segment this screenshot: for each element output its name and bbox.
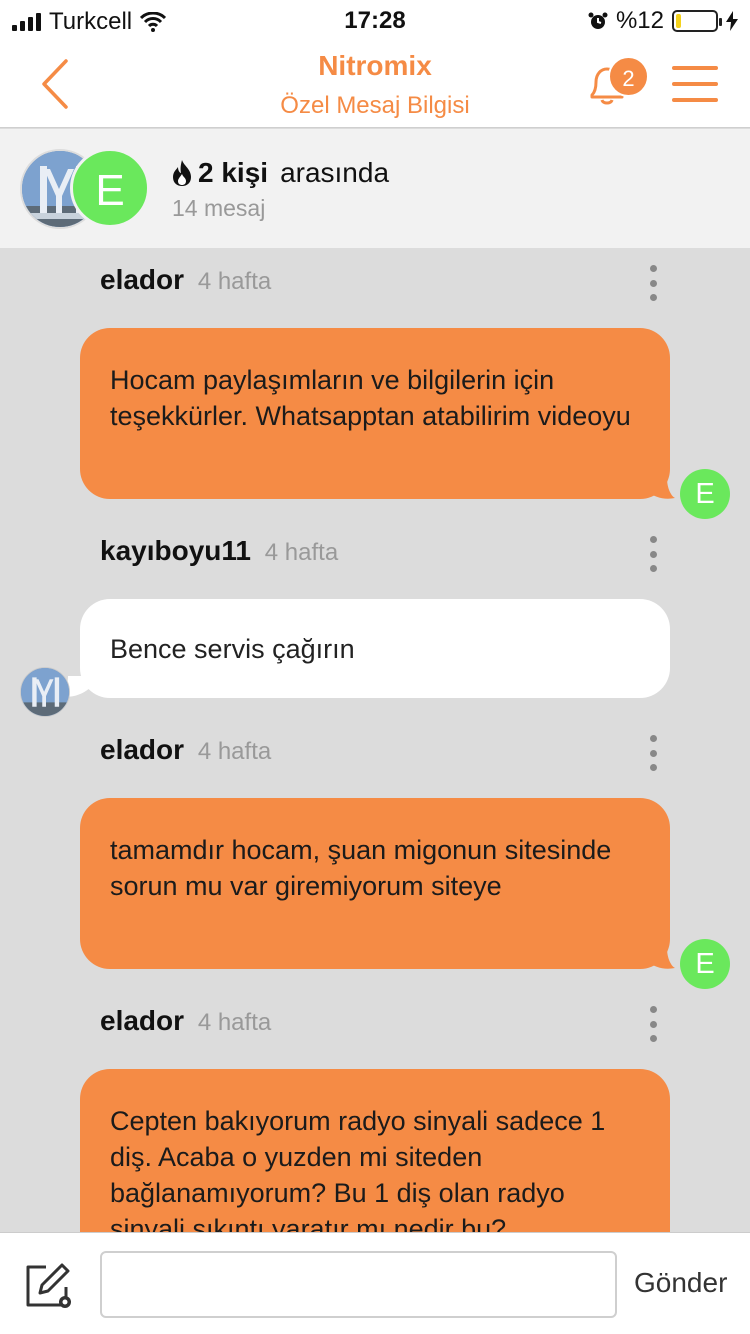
charging-bolt-icon	[726, 11, 738, 31]
message-author[interactable]: elador	[100, 734, 184, 765]
alarm-icon	[588, 12, 608, 29]
avatar[interactable]	[20, 667, 70, 717]
message-composer: Gönder	[0, 1232, 750, 1334]
message-author[interactable]: elador	[100, 1005, 184, 1036]
message-bubble: Hocam paylaşımların ve bilgilerin için t…	[80, 328, 670, 499]
battery-icon	[672, 10, 722, 32]
message-time: 4 hafta	[264, 539, 339, 566]
edit-settings-icon	[26, 1263, 71, 1308]
message-options-button[interactable]	[645, 534, 661, 574]
conversation-header: E 2 kişi arasında 14 mesaj	[0, 129, 750, 248]
message-time: 4 hafta	[197, 1009, 272, 1036]
message-bubble: tamamdır hocam, şuan migonun sitesinde s…	[80, 798, 670, 969]
bubble-tail	[645, 948, 675, 969]
more-vertical-icon	[649, 536, 657, 543]
message-meta: elador 4 hafta	[100, 264, 271, 296]
notification-badge: 2	[608, 56, 649, 97]
battery-percent: %12	[615, 7, 664, 34]
bubble-tail	[645, 478, 675, 499]
compose-settings-button[interactable]	[24, 1261, 74, 1311]
message-author[interactable]: kayıboyu11	[100, 535, 251, 566]
avatar[interactable]: E	[680, 939, 730, 989]
between-label: arasında	[280, 157, 390, 188]
participants-summary: 2 kişi arasında	[170, 157, 389, 189]
message-time: 4 hafta	[197, 268, 272, 295]
avatar[interactable]: E	[70, 148, 150, 228]
hamburger-menu-icon	[672, 66, 718, 102]
message-options-button[interactable]	[645, 263, 661, 303]
message-meta: elador 4 hafta	[100, 734, 271, 766]
message-bubble: Bence servis çağırın	[80, 599, 670, 698]
fire-icon	[173, 160, 191, 186]
message-meta: kayıboyu11 4 hafta	[100, 535, 338, 567]
profile-photo-icon	[21, 668, 69, 716]
more-vertical-icon	[649, 735, 657, 742]
message-author[interactable]: elador	[100, 264, 184, 295]
more-vertical-icon	[649, 265, 657, 272]
avatar[interactable]: E	[680, 469, 730, 519]
send-button[interactable]: Gönder	[634, 1267, 727, 1299]
message-time: 4 hafta	[197, 738, 272, 765]
message-options-button[interactable]	[645, 733, 661, 773]
nav-bar: Nitromix Özel Mesaj Bilgisi 2	[0, 40, 750, 128]
message-count: 14 mesaj	[172, 195, 266, 221]
message-options-button[interactable]	[645, 1004, 661, 1044]
page-subtitle: Özel Mesaj Bilgisi	[280, 92, 470, 119]
more-vertical-icon	[649, 1006, 657, 1013]
menu-button[interactable]	[672, 66, 718, 102]
message-meta: elador 4 hafta	[100, 1005, 271, 1037]
participant-count: 2 kişi	[198, 157, 269, 188]
message-input[interactable]	[100, 1251, 617, 1318]
status-bar: Turkcell 17:28 %12	[0, 0, 750, 40]
